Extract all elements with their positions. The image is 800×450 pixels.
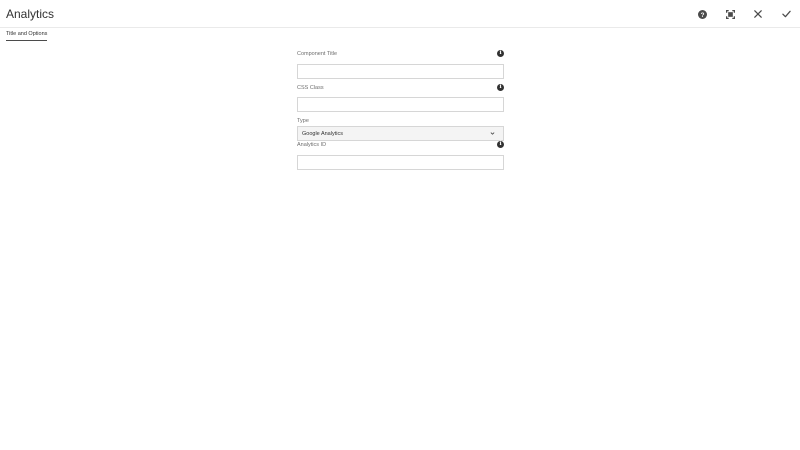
header-actions: ? bbox=[688, 6, 794, 22]
analytics-id-input[interactable] bbox=[297, 154, 504, 170]
type-label: Type bbox=[297, 118, 309, 124]
help-icon: ? bbox=[697, 9, 707, 19]
info-icon[interactable]: i bbox=[497, 50, 504, 57]
fullscreen-button[interactable] bbox=[722, 6, 738, 22]
dialog-form: Component Title i CSS Class i Type Googl… bbox=[297, 50, 504, 170]
type-select[interactable]: Google Analytics bbox=[297, 126, 504, 141]
dialog-header: Analytics ? bbox=[0, 0, 800, 28]
close-icon bbox=[754, 10, 762, 18]
type-selected-value: Google Analytics bbox=[302, 131, 343, 137]
type-field: Type Google Analytics bbox=[297, 117, 504, 141]
dialog-title: Analytics bbox=[6, 7, 55, 21]
tab-list: Title and Options bbox=[6, 31, 48, 41]
chevron-down-icon bbox=[490, 132, 495, 135]
component-title-field: Component Title i bbox=[297, 50, 504, 79]
info-icon[interactable]: i bbox=[497, 141, 504, 148]
info-icon[interactable]: i bbox=[497, 83, 504, 91]
css-class-input[interactable] bbox=[297, 97, 504, 112]
analytics-id-field: Analytics ID i bbox=[297, 141, 504, 170]
close-button[interactable] bbox=[750, 6, 766, 22]
help-button[interactable]: ? bbox=[694, 6, 710, 22]
done-button[interactable] bbox=[778, 6, 794, 22]
fullscreen-icon bbox=[725, 9, 735, 19]
component-title-input[interactable] bbox=[297, 63, 504, 79]
analytics-id-label: Analytics ID bbox=[297, 142, 327, 148]
check-icon bbox=[781, 10, 791, 18]
css-class-field: CSS Class i bbox=[297, 83, 504, 112]
component-title-label: Component Title bbox=[297, 51, 338, 57]
tab-title-and-options[interactable]: Title and Options bbox=[6, 31, 48, 41]
css-class-label: CSS Class bbox=[297, 84, 324, 91]
svg-text:?: ? bbox=[700, 11, 704, 18]
